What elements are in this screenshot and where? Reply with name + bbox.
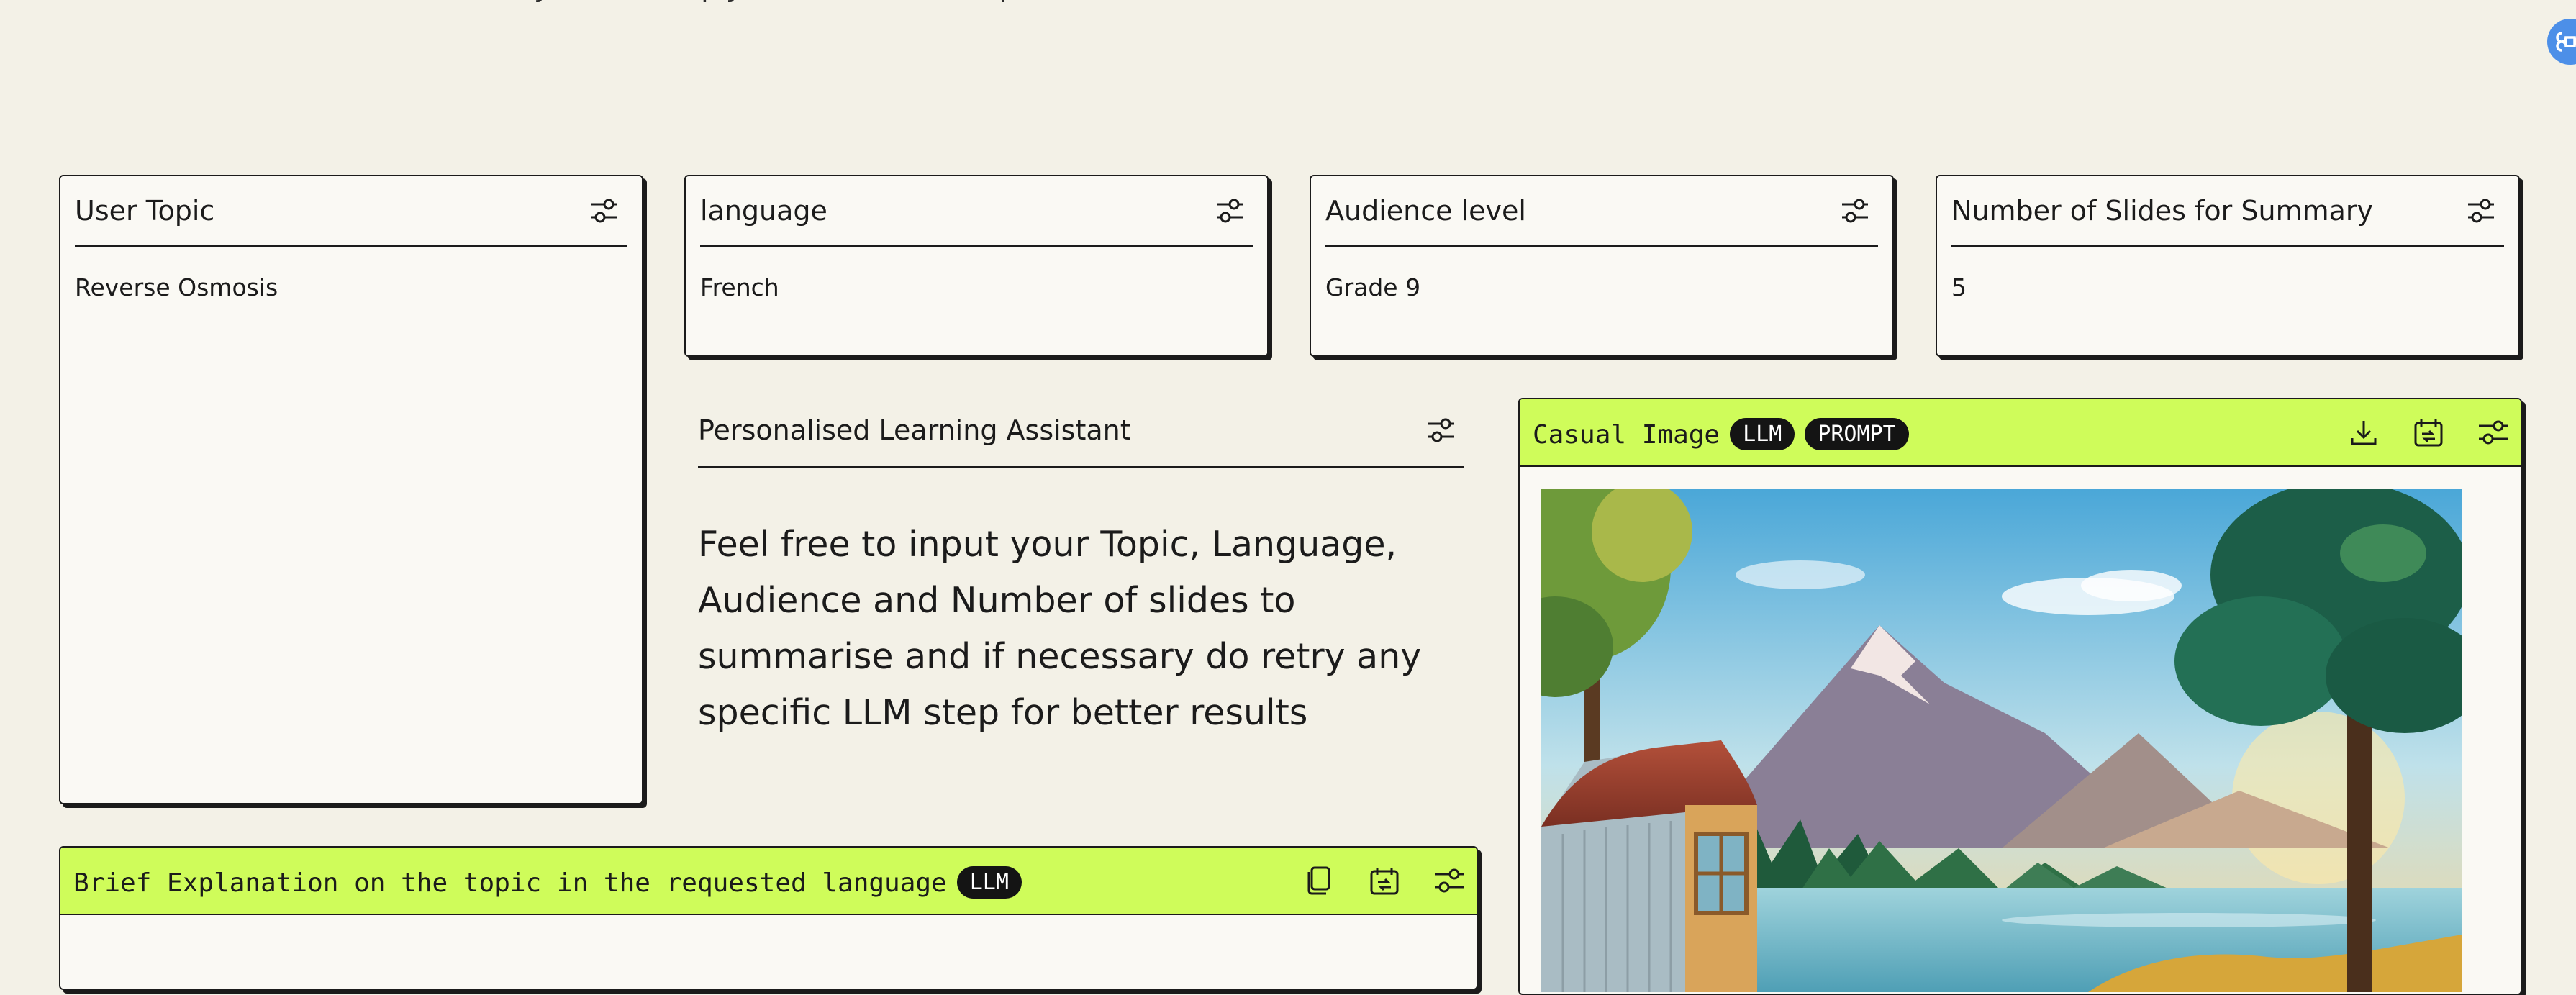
card-title: User Topic (75, 195, 215, 227)
user-topic-value[interactable]: Reverse Osmosis (75, 273, 278, 301)
card-title: language (700, 195, 827, 227)
generated-image (1541, 489, 2462, 992)
audience-level-card[interactable]: Audience level Grade 9 (1310, 175, 1894, 357)
sliders-icon[interactable] (1427, 417, 1456, 443)
card-title: Number of Slides for Summary (1951, 195, 2374, 227)
sliders-icon[interactable] (590, 198, 619, 224)
audience-level-value[interactable]: Grade 9 (1325, 273, 1420, 301)
retry-icon[interactable] (1369, 865, 1400, 896)
explanation-node[interactable]: Brief Explanation on the topic in the re… (59, 846, 1478, 990)
node-header: Casual Image LLM PROMPT (1520, 399, 2521, 467)
card-header: Number of Slides for Summary (1951, 176, 2504, 247)
user-topic-card[interactable]: User Topic Reverse Osmosis (59, 175, 643, 804)
card-title: Audience level (1325, 195, 1526, 227)
node-header: Brief Explanation on the topic in the re… (60, 848, 1477, 915)
sliders-icon[interactable] (2467, 198, 2495, 224)
language-card[interactable]: language French (684, 175, 1269, 357)
assistant-header: Personalised Learning Assistant (698, 400, 1464, 468)
prompt-badge: PROMPT (1805, 418, 1909, 450)
card-header: User Topic (75, 176, 627, 247)
explanation-title: Brief Explanation on the topic in the re… (73, 868, 947, 898)
slides-count-card[interactable]: Number of Slides for Summary 5 (1936, 175, 2520, 357)
page-subtitle: …ny … a…d … ply … …ch … … … … p… (489, 0, 1569, 6)
llm-badge: LLM (956, 866, 1022, 899)
retry-icon[interactable] (2413, 417, 2444, 448)
command-icon[interactable] (2547, 19, 2576, 65)
sliders-icon[interactable] (1841, 198, 1869, 224)
card-header: language (700, 176, 1253, 247)
copy-icon[interactable] (1304, 865, 1335, 896)
slides-count-value[interactable]: 5 (1951, 273, 1967, 301)
language-value[interactable]: French (700, 273, 779, 301)
assistant-title: Personalised Learning Assistant (698, 414, 1131, 446)
card-header: Audience level (1325, 176, 1878, 247)
image-node-title: Casual Image (1533, 420, 1720, 450)
llm-badge: LLM (1730, 418, 1795, 450)
sliders-icon[interactable] (1433, 865, 1465, 896)
download-icon[interactable] (2348, 417, 2380, 448)
assistant-description: Feel free to input your Topic, Language,… (698, 524, 1422, 733)
sliders-icon[interactable] (2477, 417, 2509, 448)
sliders-icon[interactable] (1215, 198, 1244, 224)
casual-image-node[interactable]: Casual Image LLM PROMPT (1518, 398, 2522, 995)
